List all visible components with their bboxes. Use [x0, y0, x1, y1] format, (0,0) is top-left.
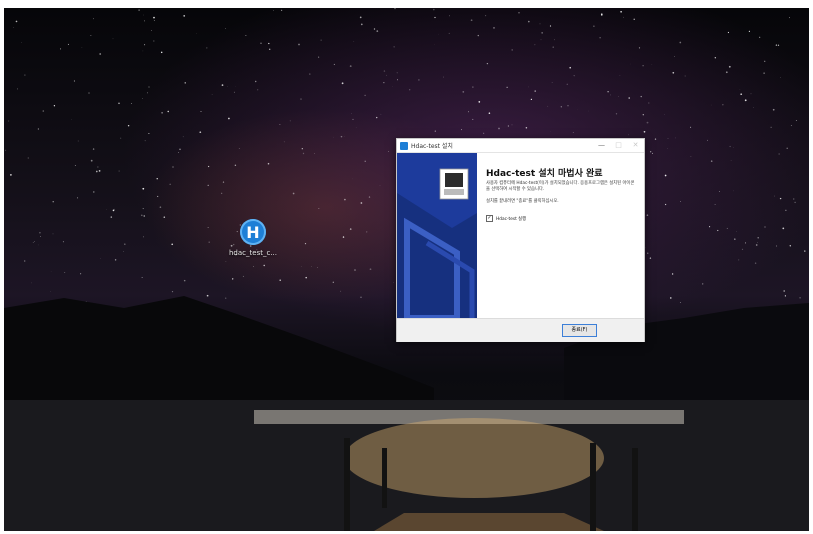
- pier-post-left: [344, 438, 350, 531]
- close-button: ✕: [632, 141, 639, 149]
- pier-post-far: [632, 448, 638, 531]
- completion-text: 사용자 컴퓨터에 Hdac-test(이)가 설치되었습니다. 응용프로그램은 …: [486, 181, 635, 192]
- wizard-content: Hdac-test 설치 마법사 완료 사용자 컴퓨터에 Hdac-test(이…: [477, 153, 644, 318]
- installer-window: Hdac-test 설치 — □ ✕ Hdac-test 설치 마법사 완료 사…: [396, 138, 645, 342]
- finish-instruction-text: 설치를 끝내려면 "종료"를 클릭하십시오.: [486, 199, 559, 204]
- wizard-sidebar-graphic: [397, 153, 477, 318]
- minimize-button[interactable]: —: [593, 139, 610, 152]
- hdac-logo-icon: H: [240, 219, 266, 245]
- pier-post-right: [590, 443, 596, 531]
- pier: [374, 513, 604, 531]
- run-app-option[interactable]: ✓ Hdac-test 실행: [486, 215, 526, 222]
- title-bar[interactable]: Hdac-test 설치 — □ ✕: [397, 139, 644, 153]
- pier-post-mid: [382, 448, 387, 508]
- run-app-checkbox[interactable]: ✓: [486, 215, 493, 222]
- finish-button[interactable]: 종료(F): [562, 324, 597, 337]
- wizard-button-bar: 종료(F): [397, 318, 644, 342]
- computer-install-icon: [439, 168, 469, 200]
- desktop-shortcut-label: hdac_test_c...: [229, 249, 277, 257]
- wizard-heading: Hdac-test 설치 마법사 완료: [486, 169, 603, 179]
- window-title: Hdac-test 설치: [411, 143, 453, 150]
- desktop-shortcut[interactable]: H hdac_test_c...: [226, 219, 280, 257]
- maximize-button: □: [615, 141, 622, 149]
- app-icon: [400, 141, 408, 150]
- run-app-checkbox-label[interactable]: Hdac-test 실행: [496, 216, 526, 222]
